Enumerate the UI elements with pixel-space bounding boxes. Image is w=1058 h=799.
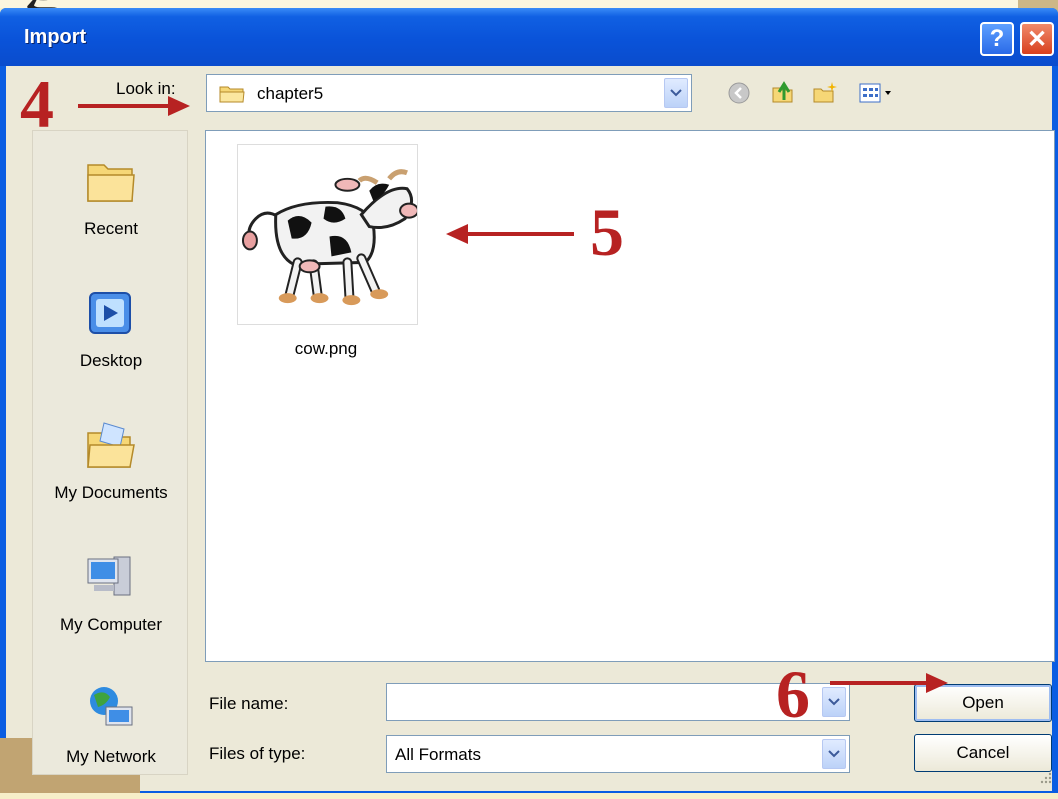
chevron-down-icon bbox=[828, 750, 840, 758]
views-menu-icon bbox=[859, 83, 891, 103]
place-recent[interactable]: Recent bbox=[33, 151, 189, 271]
up-folder-button[interactable] bbox=[768, 78, 798, 108]
my-documents-icon bbox=[87, 422, 135, 468]
place-label: Recent bbox=[84, 219, 138, 238]
place-label: My Computer bbox=[59, 615, 163, 634]
back-button[interactable] bbox=[724, 78, 754, 108]
help-button[interactable]: ? bbox=[980, 22, 1014, 56]
my-network-icon bbox=[90, 687, 133, 726]
step-5-arrow bbox=[462, 232, 574, 236]
file-thumbnail[interactable] bbox=[237, 144, 419, 325]
files-of-type-dropdown-button[interactable] bbox=[822, 739, 846, 769]
desktop-icon bbox=[89, 292, 131, 334]
my-computer-icon bbox=[87, 556, 131, 596]
new-folder-button[interactable] bbox=[810, 78, 840, 108]
window-title: Import bbox=[24, 26, 87, 48]
cow-thumbnail bbox=[241, 169, 419, 306]
place-my-network[interactable]: My Network bbox=[33, 679, 189, 799]
place-desktop[interactable]: Desktop bbox=[33, 283, 189, 403]
files-of-type-label: Files of type: bbox=[209, 744, 306, 763]
close-button[interactable]: ✕ bbox=[1020, 22, 1054, 56]
look-in-dropdown-button[interactable] bbox=[664, 78, 688, 108]
step-4-annotation: 4 bbox=[20, 66, 54, 142]
file-list-view[interactable]: cow.png bbox=[205, 130, 1055, 662]
step-5-annotation: 5 bbox=[590, 194, 624, 270]
step-6-arrow bbox=[830, 681, 930, 685]
look-in-label: Look in: bbox=[116, 79, 176, 98]
places-bar: Recent Desktop My Documents My Computer bbox=[32, 130, 188, 775]
look-in-dropdown[interactable]: chapter5 bbox=[206, 74, 692, 112]
place-my-documents[interactable]: My Documents bbox=[33, 415, 189, 535]
chevron-down-icon bbox=[828, 698, 840, 706]
recent-folder-icon bbox=[87, 164, 135, 202]
cancel-button[interactable]: Cancel bbox=[914, 734, 1052, 772]
look-in-value: chapter5 bbox=[257, 84, 324, 103]
place-label: My Documents bbox=[54, 483, 168, 502]
back-arrow-icon bbox=[728, 82, 750, 104]
file-name-label: File name: bbox=[209, 694, 289, 713]
file-name-label: cow.png bbox=[294, 339, 358, 358]
up-folder-icon bbox=[772, 81, 793, 103]
arrowhead-right-icon bbox=[926, 673, 948, 693]
step-6-annotation: 6 bbox=[776, 656, 810, 732]
files-of-type-value: All Formats bbox=[395, 745, 481, 764]
views-menu-button[interactable] bbox=[856, 78, 900, 108]
place-label: My Network bbox=[66, 747, 156, 766]
title-bar[interactable]: Import ? ✕ bbox=[0, 8, 1058, 66]
slide-background bbox=[0, 0, 1058, 8]
files-of-type-dropdown[interactable]: All Formats bbox=[386, 735, 850, 773]
step-4-arrow bbox=[78, 104, 172, 108]
file-name-dropdown-button[interactable] bbox=[822, 687, 846, 717]
chevron-down-icon bbox=[670, 89, 682, 97]
arrowhead-right-icon bbox=[168, 96, 190, 116]
place-my-computer[interactable]: My Computer bbox=[33, 547, 189, 667]
folder-icon bbox=[219, 86, 245, 103]
place-label: Desktop bbox=[79, 351, 143, 370]
new-folder-icon bbox=[813, 82, 837, 103]
resize-grip-icon[interactable] bbox=[1038, 770, 1052, 784]
